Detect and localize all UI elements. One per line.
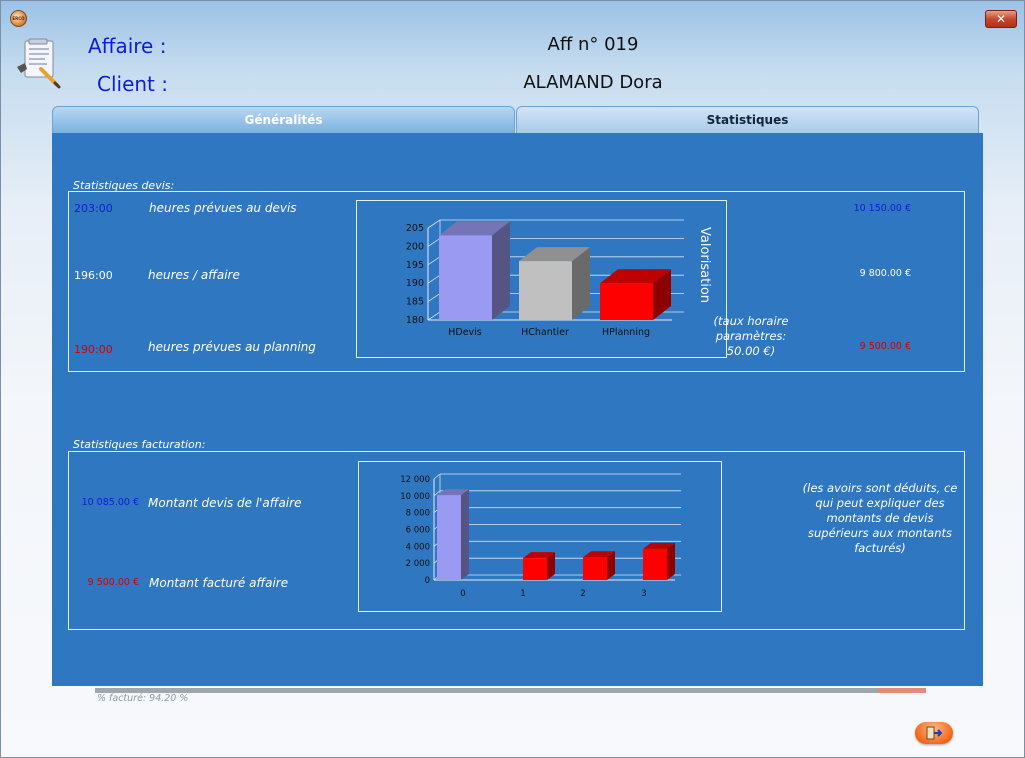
gridline-depth — [427, 219, 441, 229]
x-tick-label: 0 — [460, 589, 465, 599]
bar — [583, 557, 607, 580]
y-tick-label: 190 — [406, 278, 424, 289]
gridline-depth — [427, 293, 441, 302]
y-tick-label: 200 — [406, 241, 424, 252]
montant-devis-label: Montant devis de l'affaire — [148, 496, 302, 510]
montant-facture-label: Montant facturé affaire — [149, 576, 289, 590]
bar — [519, 261, 572, 320]
y-tick-label: 195 — [406, 260, 424, 271]
x-tick-label: HDevis — [448, 327, 482, 338]
hours-chart-svg: 180 185 190 195 200 205 HDevis HChantier HPlanni… — [406, 219, 684, 338]
bar-side — [461, 489, 469, 580]
factu-stats-title: Statistiques facturation: — [73, 438, 206, 451]
affaire-hours-label: heures / affaire — [148, 268, 240, 282]
y-tick-label: 12 000 — [400, 475, 430, 485]
devis-hours-label: heures prévues au devis — [149, 201, 297, 215]
gridline-depth — [427, 274, 441, 284]
invoiced-progress-label: % facturé: 94.20 % — [97, 693, 189, 704]
gridline-depth — [427, 311, 441, 321]
app-window: ERCO ✕ Affaire : Aff n° 019 Client : ALA… — [0, 0, 1025, 758]
app-logo-icon: ERCO — [10, 10, 27, 27]
planning-hours-label: heures prévues au planning — [148, 340, 316, 354]
x-tick-label: HPlanning — [602, 327, 650, 338]
y-tick-label: 10 000 — [400, 492, 430, 502]
x-tick-label: 1 — [520, 589, 525, 599]
avoirs-note: (les avoirs sont déduits, ce qui peut ex… — [802, 481, 958, 555]
rate-note: (taux horaire paramètres: 50.00 €) — [713, 314, 789, 358]
y-tick-label: 205 — [406, 223, 424, 234]
y-tick-label: 185 — [406, 297, 424, 308]
invoicing-chart: 0 2 000 4 000 6 000 8 000 10 000 12 000 0 1 2 3 — [358, 461, 722, 612]
devis-hours-value: 203:00 — [74, 202, 113, 215]
hours-chart: 180 185 190 195 200 205 HDevis HChantier HPlanni… — [356, 200, 727, 358]
y-tick-label: 6 000 — [406, 526, 430, 536]
gridline-depth — [433, 473, 441, 480]
invoiced-progress-bar — [95, 688, 926, 693]
tab-statistiques[interactable]: Statistiques — [516, 106, 979, 133]
x-tick-label: HChantier — [521, 327, 569, 338]
x-tick-label: 2 — [580, 589, 585, 599]
affaire-label: Affaire : — [88, 34, 167, 58]
bar-side — [667, 542, 675, 580]
client-label: Client : — [97, 72, 168, 96]
client-name: ALAMAND Dora — [523, 72, 663, 93]
app-logo-text: ERCO — [12, 16, 25, 21]
gridline-depth — [427, 238, 441, 247]
x-tick-label: 3 — [641, 589, 646, 599]
document-edit-icon — [17, 38, 61, 89]
bar — [643, 548, 667, 580]
exit-door-icon — [926, 726, 942, 740]
bar — [600, 283, 653, 320]
close-button[interactable]: ✕ — [985, 10, 1017, 28]
montant-devis-amount: 10 085.00 € — [81, 497, 139, 508]
bar-side — [492, 221, 510, 320]
bar — [523, 558, 547, 580]
montant-facture-amount: 9 500.00 € — [87, 577, 139, 588]
y-tick-label: 0 — [425, 576, 430, 586]
bar — [437, 495, 461, 580]
valorisation-label: Valorisation — [697, 227, 712, 304]
tab-generalites[interactable]: Généralités — [52, 106, 515, 133]
planning-hours-value: 190:00 — [74, 343, 113, 356]
invoiced-progress-fill — [95, 688, 878, 693]
devis-amount: 10 150.00 € — [853, 203, 911, 214]
affaire-hours-value: 196:00 — [74, 269, 113, 282]
affaire-amount: 9 800.00 € — [859, 268, 911, 279]
planning-amount: 9 500.00 € — [859, 341, 911, 352]
y-tick-label: 180 — [406, 315, 424, 326]
y-tick-label: 2 000 — [406, 559, 430, 569]
gridline-depth — [427, 256, 441, 266]
affaire-number: Aff n° 019 — [547, 34, 639, 55]
y-tick-label: 8 000 — [406, 509, 430, 519]
y-tick-label: 4 000 — [406, 542, 430, 552]
exit-button[interactable] — [915, 722, 953, 744]
bar — [439, 235, 492, 320]
invoicing-chart-svg: 0 2 000 4 000 6 000 8 000 10 000 12 000 0 1 2 3 — [400, 473, 681, 599]
